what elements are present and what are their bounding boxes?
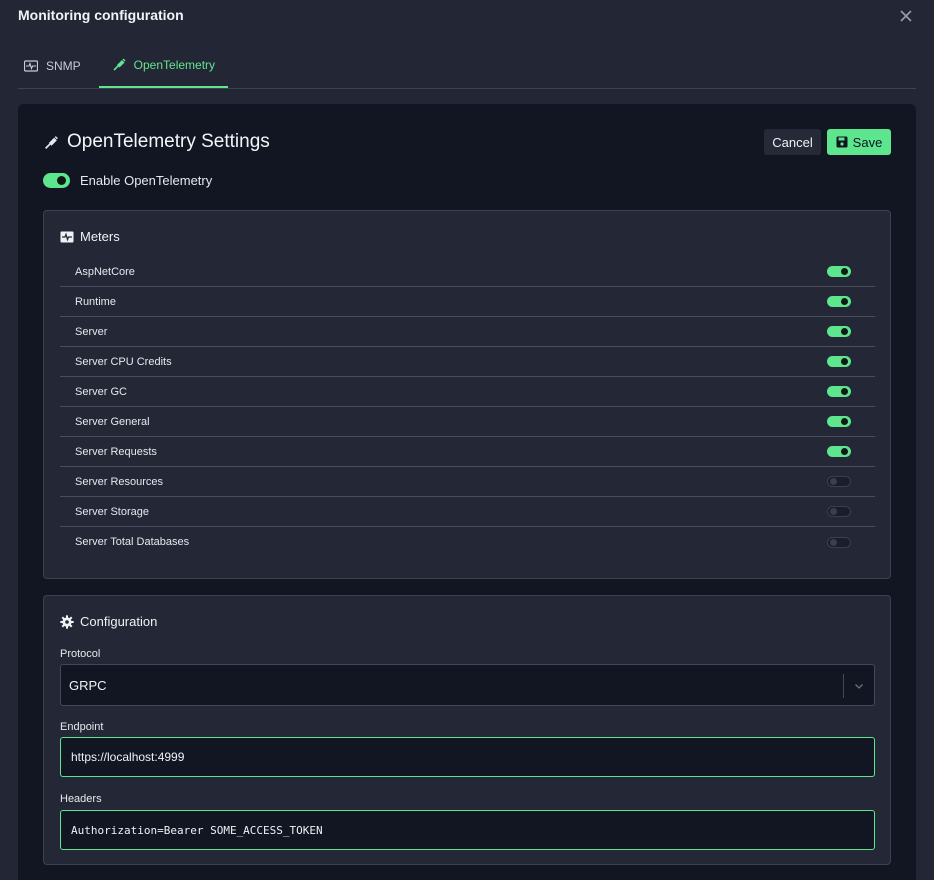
protocol-label: Protocol xyxy=(60,648,101,660)
enable-opentelemetry-toggle[interactable] xyxy=(43,173,70,188)
meters-card: Meters AspNetCore Runtime Server Server CPU… xyxy=(43,210,891,579)
headers-field[interactable]: Authorization=Bearer SOME_ACCESS_TOKEN xyxy=(60,810,875,850)
tab-opentelemetry[interactable]: OpenTelemetry xyxy=(98,44,229,88)
meter-label: Server Storage xyxy=(75,505,149,518)
meter-toggle[interactable] xyxy=(827,266,851,277)
meter-row: Server General xyxy=(60,407,875,437)
protocol-value: GRPC xyxy=(69,677,107,693)
meter-toggle[interactable] xyxy=(827,356,851,367)
meter-row: Server Total Databases xyxy=(60,527,875,557)
meter-toggle[interactable] xyxy=(827,506,851,517)
tab-bar: SNMP OpenTelemetry xyxy=(18,44,916,89)
select-divider xyxy=(843,674,844,698)
close-icon xyxy=(900,10,912,22)
enable-opentelemetry-label: Enable OpenTelemetry xyxy=(80,173,213,188)
meter-row: Server Requests xyxy=(60,437,875,467)
telescope-icon xyxy=(45,135,58,149)
endpoint-label: Endpoint xyxy=(60,721,104,733)
meter-toggle[interactable] xyxy=(827,476,851,487)
tab-label: SNMP xyxy=(46,59,81,73)
meter-toggle[interactable] xyxy=(827,536,851,548)
tab-label: OpenTelemetry xyxy=(133,58,216,72)
meter-row: AspNetCore xyxy=(60,257,875,287)
gear-icon xyxy=(60,614,74,629)
meter-toggle[interactable] xyxy=(827,416,851,427)
protocol-select[interactable]: GRPC xyxy=(60,664,875,706)
meter-toggle[interactable] xyxy=(827,386,851,397)
cancel-button[interactable]: Cancel xyxy=(764,129,821,155)
configuration-title-text: Configuration xyxy=(80,614,158,629)
headers-label: Headers xyxy=(60,793,102,805)
meter-row: Server CPU Credits xyxy=(60,347,875,377)
meter-label: Server Total Databases xyxy=(75,536,190,548)
configuration-title: Configuration xyxy=(60,614,157,629)
meter-label: Server CPU Credits xyxy=(75,355,172,368)
settings-title-text: OpenTelemetry Settings xyxy=(67,131,270,152)
meter-label: Server Resources xyxy=(75,475,164,488)
close-button[interactable] xyxy=(898,8,914,24)
meter-row: Server Resources xyxy=(60,467,875,497)
meter-row: Server xyxy=(60,317,875,347)
meter-label: AspNetCore xyxy=(75,265,135,278)
floppy-disk-icon xyxy=(836,136,848,148)
meter-list: AspNetCore Runtime Server Server CPU Credit… xyxy=(60,257,875,557)
configuration-card: Configuration Protocol GRPC Endpoint htt… xyxy=(43,595,891,865)
meter-label: Runtime xyxy=(75,295,116,308)
meter-toggle[interactable] xyxy=(827,296,851,307)
pulse-icon xyxy=(60,231,74,242)
meter-label: Server xyxy=(75,325,108,338)
pulse-icon xyxy=(24,60,38,72)
meter-row: Server GC xyxy=(60,377,875,407)
meter-toggle[interactable] xyxy=(827,446,851,457)
meters-title: Meters xyxy=(60,229,120,244)
telescope-icon xyxy=(113,58,126,71)
endpoint-field[interactable]: https://localhost:4999 xyxy=(60,737,875,777)
tab-snmp[interactable]: SNMP xyxy=(18,44,91,88)
save-button[interactable]: Save xyxy=(827,129,891,155)
modal-title: Monitoring configuration xyxy=(18,7,184,23)
enable-opentelemetry-row: Enable OpenTelemetry xyxy=(43,173,212,188)
meter-label: Server General xyxy=(75,415,150,428)
settings-panel: OpenTelemetry Settings Cancel Save Enabl… xyxy=(18,104,916,880)
meter-row: Runtime xyxy=(60,287,875,317)
meter-toggle[interactable] xyxy=(827,326,851,337)
meter-label: Server Requests xyxy=(75,445,157,458)
meter-label: Server GC xyxy=(75,385,127,398)
chevron-down-icon xyxy=(855,684,863,689)
save-label: Save xyxy=(852,134,883,150)
meters-title-text: Meters xyxy=(80,229,120,244)
meter-row: Server Storage xyxy=(60,497,875,527)
settings-title: OpenTelemetry Settings xyxy=(44,131,270,153)
